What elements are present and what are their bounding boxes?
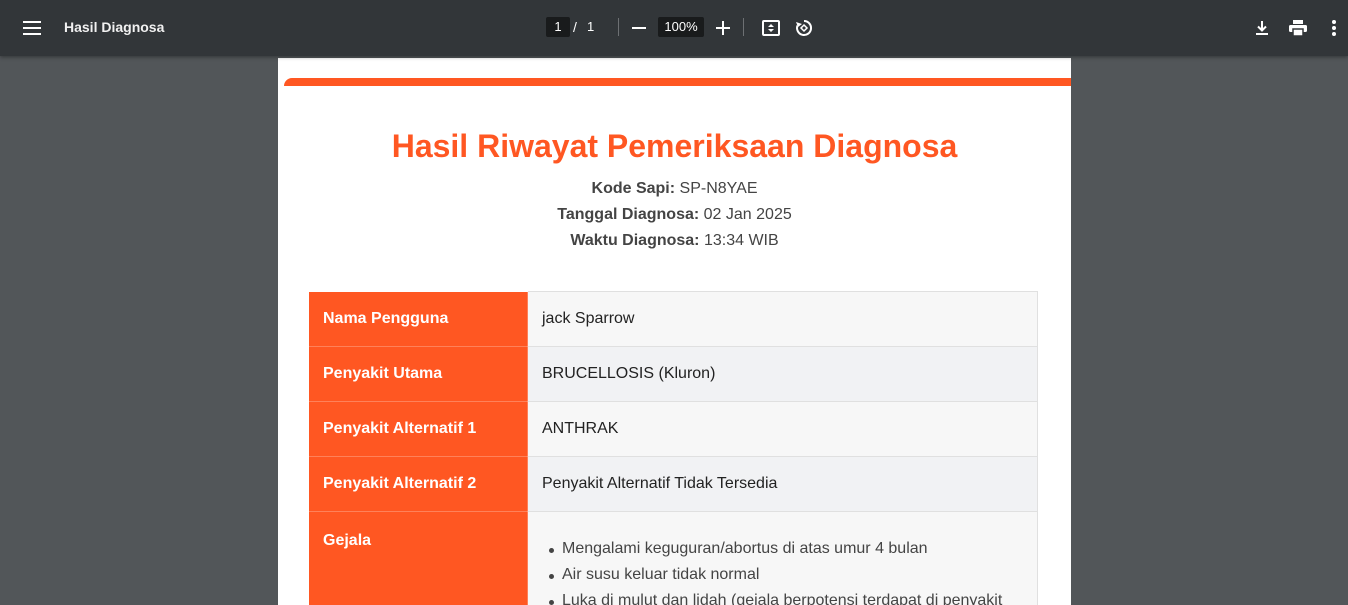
list-item: Air susu keluar tidak normal	[542, 562, 1023, 588]
print-icon	[1289, 20, 1307, 36]
list-item: Luka di mulut dan lidah (gejala berpoten…	[542, 588, 1023, 605]
zoom-level-input[interactable]: 100%	[658, 17, 704, 37]
toolbar-divider	[618, 18, 619, 36]
more-options-button[interactable]	[1318, 12, 1348, 44]
zoom-in-button[interactable]	[707, 12, 739, 44]
waktu-diagnosa-line: Waktu Diagnosa: 13:34 WIB	[278, 232, 1071, 250]
row-label: Nama Pengguna	[308, 291, 528, 347]
zoom-out-button[interactable]	[623, 12, 655, 44]
more-vert-icon	[1332, 20, 1336, 36]
fit-page-icon	[762, 20, 780, 36]
gejala-cell: Mengalami keguguran/abortus di atas umur…	[527, 511, 1038, 605]
menu-icon[interactable]	[14, 10, 50, 46]
diagnosis-table: Nama Pengguna jack Sparrow Penyakit Utam…	[308, 291, 1038, 605]
zoom-in-icon	[716, 21, 730, 35]
row-value: BRUCELLOSIS (Kluron)	[527, 346, 1038, 402]
download-icon	[1256, 21, 1268, 35]
list-item: Mengalami keguguran/abortus di atas umur…	[542, 536, 1023, 562]
waktu-diagnosa-label: Waktu Diagnosa:	[570, 232, 700, 249]
row-label: Penyakit Utama	[308, 346, 528, 402]
tanggal-diagnosa-label: Tanggal Diagnosa:	[557, 206, 700, 223]
print-button[interactable]	[1282, 12, 1314, 44]
table-row: Gejala Mengalami keguguran/abortus di at…	[308, 511, 1038, 605]
fit-page-button[interactable]	[755, 12, 787, 44]
rotate-button[interactable]	[788, 12, 820, 44]
page-number-input[interactable]: 1	[546, 17, 570, 37]
pdf-page: Hasil Riwayat Pemeriksaan Diagnosa Kode …	[278, 58, 1071, 605]
tanggal-diagnosa-value: 02 Jan 2025	[703, 206, 792, 223]
row-label: Gejala	[308, 511, 528, 605]
row-value: ANTHRAK	[527, 401, 1038, 457]
download-button[interactable]	[1246, 12, 1278, 44]
table-row: Nama Pengguna jack Sparrow	[308, 291, 1038, 347]
zoom-out-icon	[632, 27, 646, 29]
symptom-list: Mengalami keguguran/abortus di atas umur…	[542, 536, 1023, 605]
row-value: Penyakit Alternatif Tidak Tersedia	[527, 456, 1038, 512]
page-total: 1	[587, 19, 595, 34]
kode-sapi-value: SP-N8YAE	[679, 180, 758, 197]
row-label: Penyakit Alternatif 1	[308, 401, 528, 457]
rotate-icon	[796, 19, 813, 36]
header-accent-bar	[284, 78, 1071, 86]
table-row: Penyakit Utama BRUCELLOSIS (Kluron)	[308, 346, 1038, 402]
report-heading: Hasil Riwayat Pemeriksaan Diagnosa	[391, 128, 958, 164]
waktu-diagnosa-value: 13:34 WIB	[703, 232, 779, 249]
page-separator: /	[573, 19, 577, 35]
toolbar-divider	[743, 18, 744, 36]
kode-sapi-line: Kode Sapi: SP-N8YAE	[278, 180, 1071, 198]
row-value: jack Sparrow	[527, 291, 1038, 347]
kode-sapi-label: Kode Sapi:	[591, 180, 676, 197]
document-title: Hasil Diagnosa	[64, 19, 165, 35]
row-label: Penyakit Alternatif 2	[308, 456, 528, 512]
table-row: Penyakit Alternatif 1 ANTHRAK	[308, 401, 1038, 457]
pdf-toolbar: Hasil Diagnosa 1 / 1 100%	[0, 0, 1348, 56]
table-row: Penyakit Alternatif 2 Penyakit Alternati…	[308, 456, 1038, 512]
tanggal-diagnosa-line: Tanggal Diagnosa: 02 Jan 2025	[278, 206, 1071, 224]
